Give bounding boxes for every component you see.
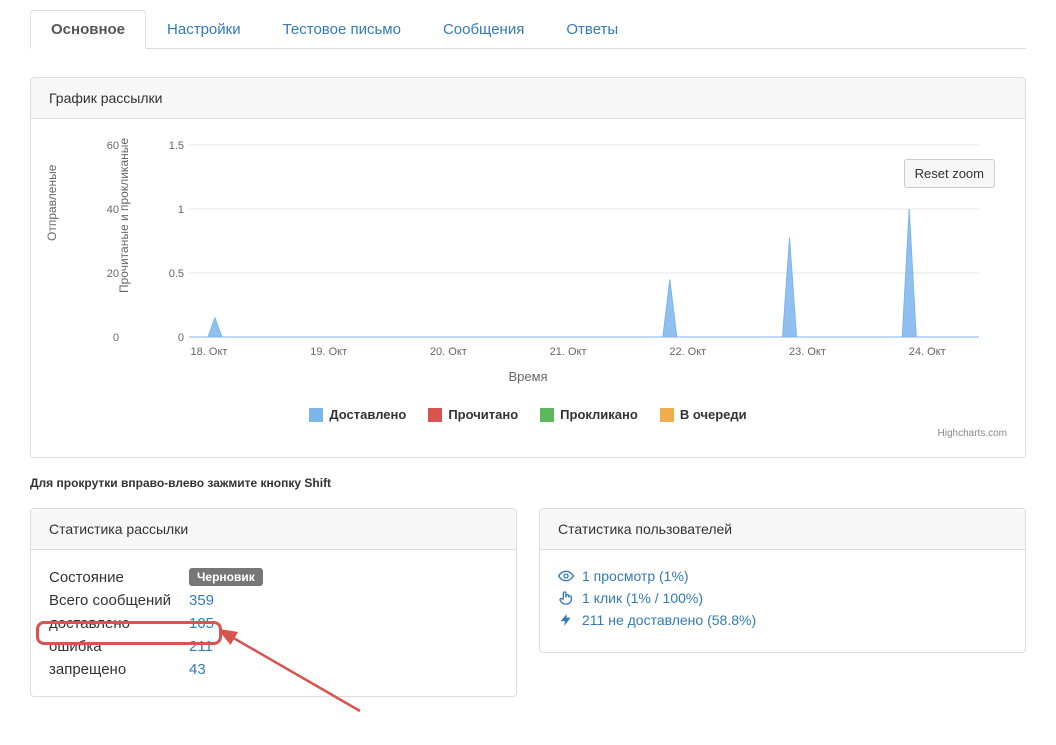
chart-credit[interactable]: Highcharts.com (49, 428, 1007, 439)
user-stats-views[interactable]: 1 просмотр (1%) (558, 568, 1007, 584)
forbidden-value-link[interactable]: 43 (189, 661, 206, 678)
legend-swatch-delivered (309, 408, 323, 422)
svg-text:23. Окт: 23. Окт (789, 346, 826, 358)
user-stats-clicks-text: 1 клик (1% / 100%) (582, 590, 703, 606)
svg-text:19. Окт: 19. Окт (310, 346, 347, 358)
tabs-bar: Основное Настройки Тестовое письмо Сообщ… (30, 10, 1026, 49)
chart-svg[interactable]: 020406000.511.518. Окт19. Окт20. Окт21. … (49, 137, 989, 367)
mail-stats-title: Статистика рассылки (31, 509, 516, 550)
tab-settings[interactable]: Настройки (146, 10, 262, 49)
error-label: ошибка (49, 638, 189, 655)
legend-label-queued: В очереди (680, 407, 747, 422)
user-stats-views-text: 1 просмотр (1%) (582, 568, 689, 584)
mail-stats-panel: Статистика рассылки Состояние Черновик В… (30, 508, 517, 697)
total-value-link[interactable]: 359 (189, 592, 214, 609)
chart-legend: Доставлено Прочитано Прокликано В очеред… (49, 407, 1007, 422)
hand-click-icon (558, 590, 574, 606)
chart-panel: График рассылки Reset zoom Отправленые П… (30, 77, 1026, 458)
legend-label-read: Прочитано (448, 407, 518, 422)
legend-delivered[interactable]: Доставлено (309, 407, 406, 422)
chart-panel-title: График рассылки (31, 78, 1025, 119)
svg-text:0.5: 0.5 (169, 268, 184, 280)
user-stats-undelivered[interactable]: 211 не доставлено (58.8%) (558, 612, 1007, 628)
svg-text:20. Окт: 20. Окт (430, 346, 467, 358)
tab-replies[interactable]: Ответы (545, 10, 639, 49)
tab-messages[interactable]: Сообщения (422, 10, 545, 49)
legend-queued[interactable]: В очереди (660, 407, 747, 422)
scroll-hint: Для прокрутки вправо-влево зажмите кнопк… (30, 476, 1026, 490)
state-badge: Черновик (189, 568, 263, 586)
tab-main[interactable]: Основное (30, 10, 146, 49)
reset-zoom-button[interactable]: Reset zoom (904, 159, 995, 188)
total-label: Всего сообщений (49, 592, 189, 609)
bolt-icon (558, 612, 574, 628)
svg-text:21. Окт: 21. Окт (550, 346, 587, 358)
tab-test-letter[interactable]: Тестовое письмо (262, 10, 422, 49)
user-stats-panel: Статистика пользователей 1 просмотр (1%)… (539, 508, 1026, 653)
legend-swatch-queued (660, 408, 674, 422)
legend-swatch-read (428, 408, 442, 422)
legend-swatch-clicked (540, 408, 554, 422)
svg-text:1: 1 (178, 204, 184, 216)
svg-text:0: 0 (113, 332, 119, 344)
legend-read[interactable]: Прочитано (428, 407, 518, 422)
svg-text:1.5: 1.5 (169, 140, 184, 152)
mail-stats-table: Состояние Черновик Всего сообщений 359 д… (49, 568, 498, 678)
forbidden-label: запрещено (49, 661, 189, 678)
legend-clicked[interactable]: Прокликано (540, 407, 638, 422)
delivered-value-link[interactable]: 105 (189, 615, 214, 632)
delivered-label: доставлено (49, 615, 189, 632)
x-axis-title: Время (49, 369, 1007, 384)
user-stats-clicks[interactable]: 1 клик (1% / 100%) (558, 590, 1007, 606)
svg-text:0: 0 (178, 332, 184, 344)
user-stats-title: Статистика пользователей (540, 509, 1025, 550)
svg-text:18. Окт: 18. Окт (191, 346, 228, 358)
user-stats-undelivered-text: 211 не доставлено (58.8%) (582, 612, 756, 628)
y-right-axis-label: Прочитаные и прокликаные (117, 138, 131, 293)
chart-area[interactable]: Reset zoom Отправленые Прочитаные и прок… (49, 137, 1007, 397)
state-label: Состояние (49, 569, 189, 586)
y-left-axis-label: Отправленые (45, 165, 59, 241)
legend-label-clicked: Прокликано (560, 407, 638, 422)
legend-label-delivered: Доставлено (329, 407, 406, 422)
svg-text:22. Окт: 22. Окт (669, 346, 706, 358)
error-value-link[interactable]: 211 (189, 638, 213, 655)
eye-icon (558, 568, 574, 584)
svg-text:24. Окт: 24. Окт (909, 346, 946, 358)
